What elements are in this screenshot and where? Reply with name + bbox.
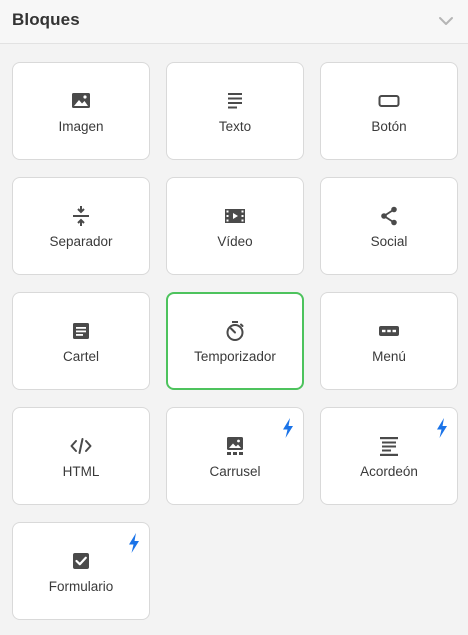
- block-label: Social: [370, 234, 408, 249]
- carousel-icon: [224, 435, 246, 457]
- panel-header[interactable]: Bloques: [0, 0, 468, 44]
- block-temporizador[interactable]: Temporizador: [166, 292, 304, 390]
- block-cartel[interactable]: Cartel: [12, 292, 150, 390]
- video-icon: [224, 205, 246, 227]
- block-formulario[interactable]: Formulario: [12, 522, 150, 620]
- block-label: Menú: [372, 349, 406, 364]
- accordion-icon: [378, 435, 400, 457]
- text-icon: [224, 90, 246, 112]
- chevron-down-icon[interactable]: [438, 13, 454, 29]
- banner-icon: [70, 320, 92, 342]
- code-icon: [70, 435, 92, 457]
- timer-icon: [224, 320, 246, 342]
- image-icon: [70, 90, 92, 112]
- blocks-grid: Imagen Texto Botón Separador Vídeo Socia…: [12, 62, 458, 620]
- block-acordeon[interactable]: Acordeón: [320, 407, 458, 505]
- block-menu[interactable]: Menú: [320, 292, 458, 390]
- block-boton[interactable]: Botón: [320, 62, 458, 160]
- premium-bolt-icon: [435, 417, 449, 439]
- block-label: Botón: [371, 119, 407, 134]
- block-label: Separador: [49, 234, 113, 249]
- block-label: Formulario: [48, 579, 114, 594]
- button-icon: [378, 90, 400, 112]
- block-label: Acordeón: [360, 464, 418, 479]
- premium-bolt-icon: [281, 417, 295, 439]
- form-icon: [70, 550, 92, 572]
- block-social[interactable]: Social: [320, 177, 458, 275]
- block-imagen[interactable]: Imagen: [12, 62, 150, 160]
- panel-title: Bloques: [12, 10, 80, 29]
- separator-icon: [70, 205, 92, 227]
- block-label: Carrusel: [209, 464, 261, 479]
- block-label: Texto: [218, 119, 252, 134]
- block-label: Vídeo: [217, 234, 253, 249]
- block-separador[interactable]: Separador: [12, 177, 150, 275]
- block-video[interactable]: Vídeo: [166, 177, 304, 275]
- block-label: Cartel: [62, 349, 99, 364]
- block-texto[interactable]: Texto: [166, 62, 304, 160]
- block-label: Temporizador: [194, 349, 276, 364]
- block-label: HTML: [62, 464, 100, 479]
- block-carrusel[interactable]: Carrusel: [166, 407, 304, 505]
- block-label: Imagen: [58, 119, 104, 134]
- premium-bolt-icon: [127, 532, 141, 554]
- block-html[interactable]: HTML: [12, 407, 150, 505]
- menu-icon: [378, 320, 400, 342]
- share-icon: [378, 205, 400, 227]
